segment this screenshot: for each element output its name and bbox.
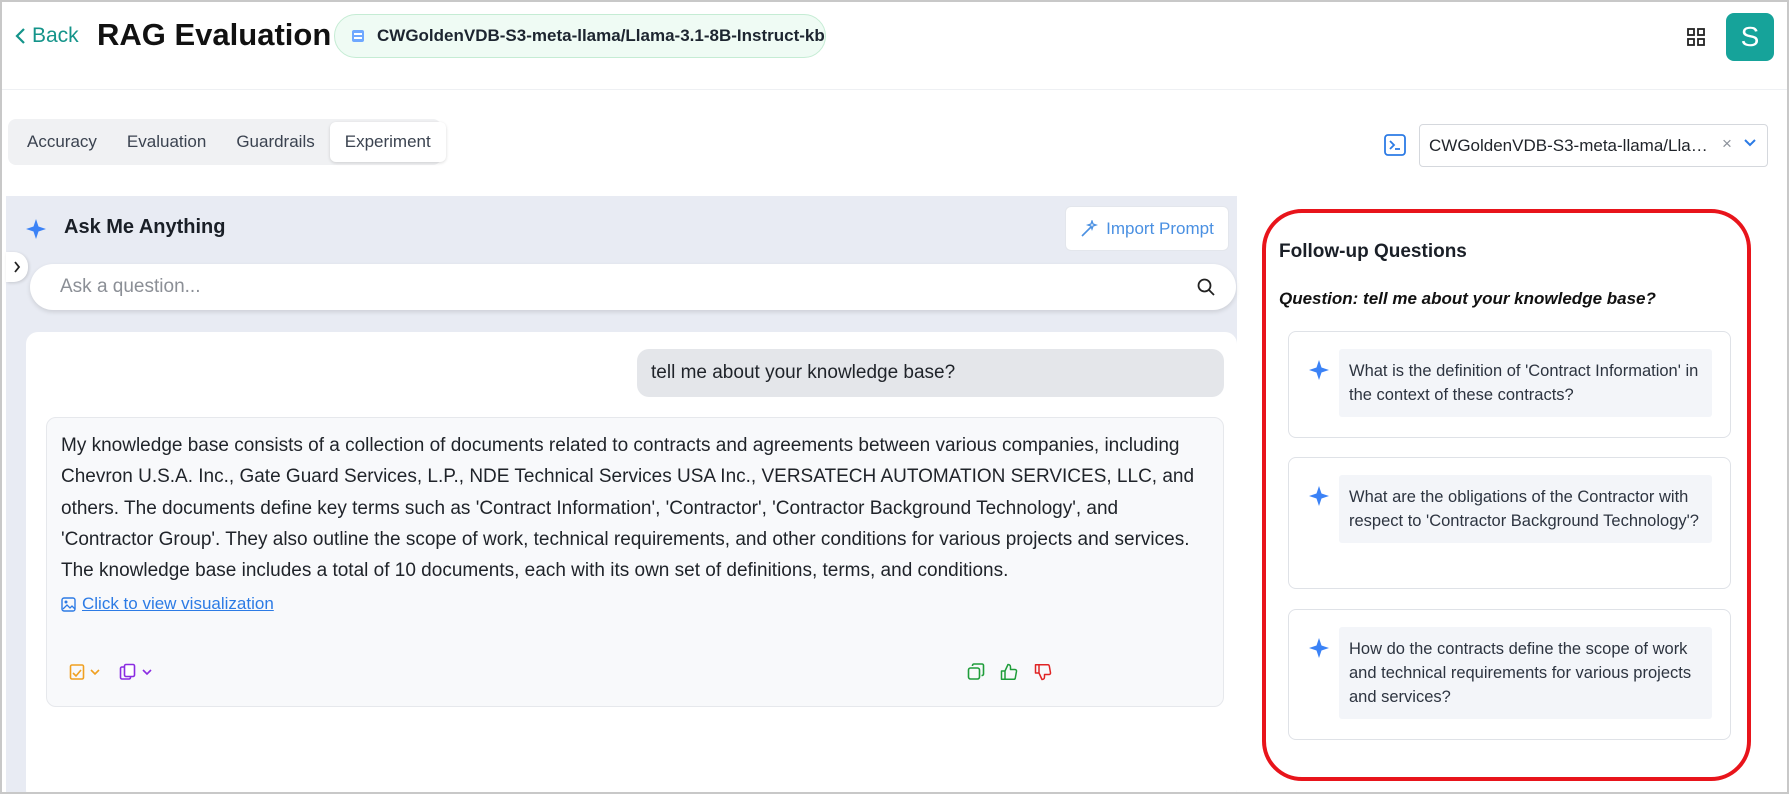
documents-icon <box>119 663 136 680</box>
tab-guardrails[interactable]: Guardrails <box>221 122 329 162</box>
page-header: Back RAG Evaluation CWGoldenVDB-S3-meta-… <box>0 0 1789 90</box>
model-select-value: CWGoldenVDB-S3-meta-llama/Llama-3.1-8B-I… <box>1429 135 1719 155</box>
followup-source-question: Question: tell me about your knowledge b… <box>1279 289 1656 308</box>
import-prompt-button[interactable]: Import Prompt <box>1065 206 1229 251</box>
sidebar-toggle-button[interactable] <box>6 252 28 282</box>
chevron-left-icon <box>15 28 25 44</box>
sparkle-icon <box>26 219 46 239</box>
magic-wand-icon <box>1081 219 1099 237</box>
tab-accuracy[interactable]: Accuracy <box>12 122 112 162</box>
view-visualization-label: Click to view visualization <box>82 594 274 613</box>
ask-input[interactable] <box>60 276 1190 298</box>
followup-question-card[interactable]: What is the definition of 'Contract Info… <box>1288 331 1731 438</box>
sparkle-icon <box>1309 360 1329 380</box>
chat-thread: tell me about your knowledge base? My kn… <box>26 332 1237 794</box>
assistant-message: My knowledge base consists of a collecti… <box>46 417 1224 707</box>
import-prompt-label: Import Prompt <box>1106 218 1214 238</box>
model-select[interactable]: CWGoldenVDB-S3-meta-llama/Llama-3.1-8B-I… <box>1419 124 1768 167</box>
knowledge-base-name: CWGoldenVDB-S3-meta-llama/Llama-3.1-8B-I… <box>377 26 825 45</box>
chevron-down-icon <box>90 669 100 676</box>
chat-panel: Ask Me Anything Import Prompt tell me ab… <box>6 196 1237 794</box>
terminal-icon[interactable] <box>1383 133 1407 162</box>
ask-input-container <box>30 264 1236 310</box>
back-label: Back <box>32 24 79 47</box>
back-button[interactable]: Back <box>14 24 79 48</box>
checklist-icon <box>69 664 85 680</box>
followup-question-text: What is the definition of 'Contract Info… <box>1339 349 1712 417</box>
sources-dropdown-button[interactable] <box>119 663 153 681</box>
thumbs-down-icon <box>1034 663 1052 681</box>
apps-grid-icon[interactable] <box>1686 27 1706 52</box>
chevron-down-icon[interactable] <box>1743 138 1757 148</box>
followup-title: Follow-up Questions <box>1279 241 1467 262</box>
user-message: tell me about your knowledge base? <box>637 349 1224 397</box>
page-title: RAG Evaluation <box>97 17 332 52</box>
copy-icon <box>967 663 985 680</box>
thumbs-up-button[interactable] <box>1000 663 1018 681</box>
image-icon <box>61 596 76 612</box>
followup-question-card[interactable]: How do the contracts define the scope of… <box>1288 609 1731 740</box>
followup-question-text: How do the contracts define the scope of… <box>1339 627 1712 719</box>
assistant-answer: My knowledge base consists of a collecti… <box>61 435 1195 582</box>
evaluate-dropdown-button[interactable] <box>69 663 101 681</box>
view-visualization-link[interactable]: Click to view visualization <box>61 594 274 614</box>
copy-button[interactable] <box>967 663 985 681</box>
knowledge-base-chip: CWGoldenVDB-S3-meta-llama/Llama-3.1-8B-I… <box>334 14 826 58</box>
tab-evaluation[interactable]: Evaluation <box>112 122 221 162</box>
database-icon <box>352 30 364 42</box>
sparkle-icon <box>1309 638 1329 658</box>
chat-title: Ask Me Anything <box>64 216 226 238</box>
clear-icon[interactable]: × <box>1722 134 1732 154</box>
tab-experiment[interactable]: Experiment <box>329 122 446 162</box>
tab-bar: Accuracy Evaluation Guardrails Experimen… <box>8 119 446 165</box>
thumbs-up-icon <box>1000 663 1018 681</box>
followup-question-text: What are the obligations of the Contract… <box>1339 475 1712 543</box>
search-icon[interactable] <box>1196 277 1216 297</box>
thumbs-down-button[interactable] <box>1034 663 1052 681</box>
sparkle-icon <box>1309 486 1329 506</box>
followup-question-card[interactable]: What are the obligations of the Contract… <box>1288 457 1731 589</box>
user-avatar[interactable]: S <box>1726 13 1774 61</box>
chevron-down-icon <box>142 669 152 676</box>
chevron-right-icon <box>14 261 21 273</box>
